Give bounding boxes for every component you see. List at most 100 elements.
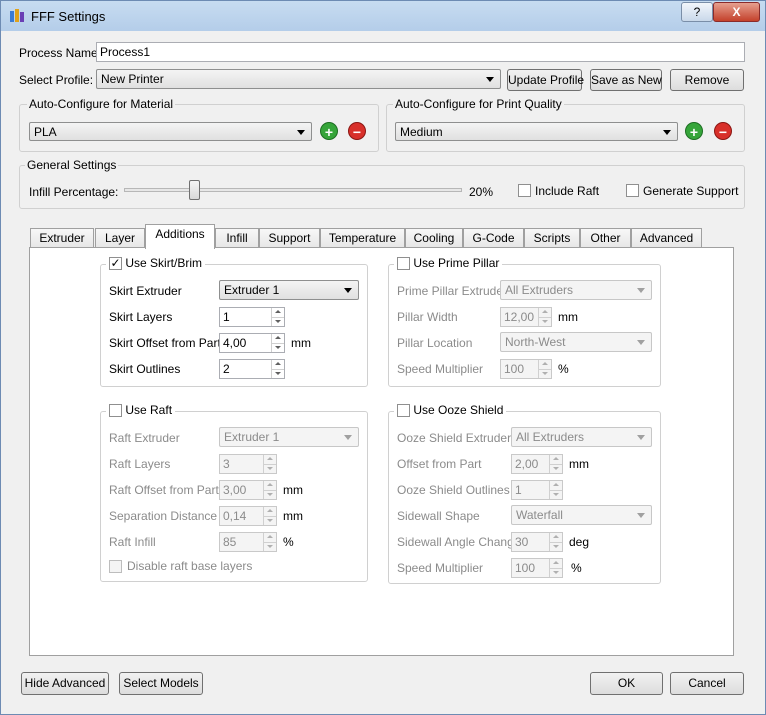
raft-layers-label: Raft Layers: [109, 457, 171, 471]
use-prime-pillar-checkbox[interactable]: [397, 257, 410, 271]
spin-down-icon[interactable]: [549, 542, 562, 551]
update-profile-button[interactable]: Update Profile: [507, 69, 584, 91]
ooze-shield-extruder-select[interactable]: All Extruders: [511, 427, 652, 447]
spin-down-icon[interactable]: [263, 542, 276, 551]
spin-up-icon[interactable]: [271, 334, 284, 343]
skirt-outlines-spinbox[interactable]: 2: [219, 359, 285, 379]
use-skirt-checkbox[interactable]: ✓: [109, 257, 122, 271]
pillar-location-select[interactable]: North-West: [500, 332, 652, 352]
spin-down-icon[interactable]: [271, 369, 284, 378]
pillar-width-label: Pillar Width: [397, 310, 458, 324]
skirt-extruder-select[interactable]: Extruder 1: [219, 280, 359, 300]
quality-select[interactable]: Medium: [395, 122, 678, 141]
generate-support-checkbox[interactable]: [626, 184, 639, 197]
raft-layers-spinbox[interactable]: 3: [219, 454, 277, 474]
help-button[interactable]: ?: [681, 2, 713, 22]
ooze-offset-unit: mm: [569, 457, 589, 471]
material-select[interactable]: PLA: [29, 122, 312, 141]
skirt-offset-spinbox[interactable]: 4,00: [219, 333, 285, 353]
tab-cooling[interactable]: Cooling: [405, 228, 463, 248]
title-bar[interactable]: FFF Settings ? X: [1, 1, 765, 31]
remove-material-icon[interactable]: −: [348, 122, 366, 140]
spin-up-icon[interactable]: [549, 455, 562, 464]
use-skirt-label: Use Skirt/Brim: [125, 256, 203, 270]
select-profile-label: Select Profile:: [19, 73, 94, 87]
spin-up-icon[interactable]: [263, 481, 276, 490]
spin-up-icon[interactable]: [538, 308, 551, 317]
spin-down-icon[interactable]: [538, 317, 551, 326]
separation-distance-label: Separation Distance: [109, 509, 218, 523]
raft-extruder-select[interactable]: Extruder 1: [219, 427, 359, 447]
tab-scripts[interactable]: Scripts: [524, 228, 580, 248]
spin-down-icon[interactable]: [263, 516, 276, 525]
disable-raft-base-checkbox[interactable]: [109, 560, 122, 573]
infill-slider-track[interactable]: [124, 188, 462, 192]
spin-up-icon[interactable]: [271, 360, 284, 369]
cancel-button[interactable]: Cancel: [670, 672, 744, 695]
spin-up-icon[interactable]: [538, 360, 551, 369]
add-quality-icon[interactable]: +: [685, 122, 703, 140]
spin-up-icon[interactable]: [263, 507, 276, 516]
spin-down-icon[interactable]: [263, 464, 276, 473]
spin-down-icon[interactable]: [549, 464, 562, 473]
tab-support[interactable]: Support: [259, 228, 320, 248]
pillar-width-spinbox[interactable]: 12,00: [500, 307, 552, 327]
infill-slider-handle[interactable]: [189, 180, 201, 200]
add-material-icon[interactable]: +: [320, 122, 338, 140]
skirt-offset-value: 4,00: [223, 336, 247, 350]
tab-extruder[interactable]: Extruder: [30, 228, 94, 248]
ooze-speed-multiplier-unit: %: [571, 561, 582, 575]
sidewall-shape-value: Waterfall: [516, 508, 563, 522]
prime-speed-multiplier-spinbox[interactable]: 100: [500, 359, 552, 379]
use-raft-checkbox[interactable]: [109, 404, 122, 418]
ooze-speed-multiplier-spinbox[interactable]: 100: [511, 558, 563, 578]
close-button[interactable]: X: [713, 2, 760, 22]
chevron-down-icon: [637, 513, 645, 518]
spin-up-icon[interactable]: [549, 481, 562, 490]
sidewall-shape-select[interactable]: Waterfall: [511, 505, 652, 525]
separation-distance-spinbox[interactable]: 0,14: [219, 506, 277, 526]
prime-pillar-extruder-select[interactable]: All Extruders: [500, 280, 652, 300]
ooze-outlines-spinbox[interactable]: 1: [511, 480, 563, 500]
prime-pillar-extruder-value: All Extruders: [505, 283, 574, 297]
spin-up-icon[interactable]: [263, 533, 276, 542]
spin-down-icon[interactable]: [549, 490, 562, 499]
raft-offset-spinbox[interactable]: 3,00: [219, 480, 277, 500]
material-select-value: PLA: [34, 125, 57, 139]
process-name-input[interactable]: Process1: [96, 42, 745, 62]
raft-infill-spinbox[interactable]: 85: [219, 532, 277, 552]
tab-other[interactable]: Other: [580, 228, 631, 248]
hide-advanced-button[interactable]: Hide Advanced: [21, 672, 109, 695]
tab-advanced[interactable]: Advanced: [631, 228, 702, 248]
tab-gcode[interactable]: G-Code: [463, 228, 524, 248]
remove-profile-button[interactable]: Remove: [670, 69, 744, 91]
disable-raft-base-label: Disable raft base layers: [127, 559, 253, 573]
tab-infill[interactable]: Infill: [215, 228, 259, 248]
spin-down-icon[interactable]: [271, 317, 284, 326]
spin-down-icon[interactable]: [549, 568, 562, 577]
save-as-new-button[interactable]: Save as New: [590, 69, 662, 91]
select-models-button[interactable]: Select Models: [119, 672, 203, 695]
skirt-layers-spinbox[interactable]: 1: [219, 307, 285, 327]
quality-group-title: Auto-Configure for Print Quality: [393, 97, 564, 111]
tab-temperature[interactable]: Temperature: [320, 228, 405, 248]
profile-select[interactable]: New Printer: [96, 69, 501, 89]
ooze-shield-extruder-label: Ooze Shield Extruder: [397, 431, 512, 445]
spin-up-icon[interactable]: [549, 559, 562, 568]
ooze-offset-spinbox[interactable]: 2,00: [511, 454, 563, 474]
spin-down-icon[interactable]: [271, 343, 284, 352]
tab-layer[interactable]: Layer: [95, 228, 145, 248]
spin-up-icon[interactable]: [271, 308, 284, 317]
spin-up-icon[interactable]: [549, 533, 562, 542]
sidewall-angle-label: Sidewall Angle Change: [397, 535, 521, 549]
spin-down-icon[interactable]: [538, 369, 551, 378]
spin-down-icon[interactable]: [263, 490, 276, 499]
remove-quality-icon[interactable]: −: [714, 122, 732, 140]
spin-up-icon[interactable]: [263, 455, 276, 464]
pillar-location-value: North-West: [505, 335, 566, 349]
sidewall-angle-spinbox[interactable]: 30: [511, 532, 563, 552]
include-raft-checkbox[interactable]: [518, 184, 531, 197]
tab-additions[interactable]: Additions: [145, 224, 215, 249]
use-ooze-shield-checkbox[interactable]: [397, 404, 410, 418]
ok-button[interactable]: OK: [590, 672, 663, 695]
